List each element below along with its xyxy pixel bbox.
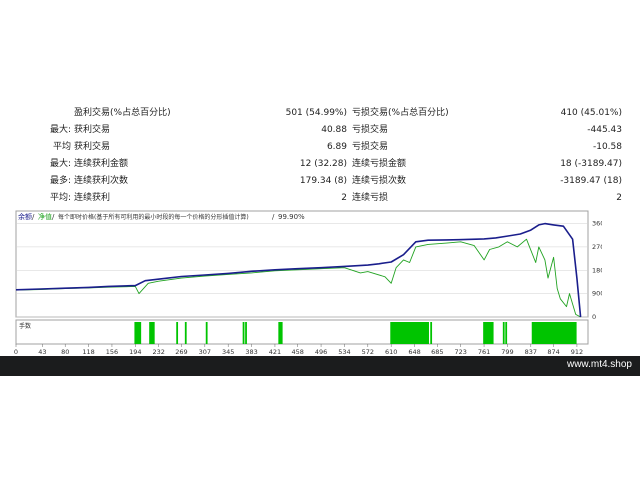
stats-row: 平均: 连续获利 2 连续亏损 2 — [0, 189, 640, 207]
x-tick-label: 194 — [129, 348, 141, 356]
row-label-right: 连续亏损金额 — [352, 159, 407, 169]
volume-bar — [430, 322, 433, 344]
main-plot-frame — [15, 210, 589, 318]
volume-bar — [184, 322, 187, 344]
x-tick-label: 610 — [385, 348, 397, 356]
volume-plot-frame — [15, 319, 589, 345]
x-tick-label: 534 — [338, 348, 350, 356]
row-value-left: 2 — [341, 193, 347, 203]
x-tick-label: 874 — [547, 348, 559, 356]
x-tick-label: 156 — [106, 348, 118, 356]
y-tick-label: 3601 — [592, 220, 602, 228]
row-value-right: 410 (45.01%) — [560, 108, 622, 118]
x-tick-label: 761 — [478, 348, 490, 356]
volume-bar — [176, 322, 179, 344]
row-value-left: 501 (54.99%) — [285, 108, 347, 118]
row-value-left: 40.88 — [321, 125, 347, 135]
row-value-right: 2 — [616, 193, 622, 203]
row-value-right: -10.58 — [592, 142, 622, 152]
y-axis: 0 900 1801 2701 3601 — [592, 220, 602, 321]
watermark-text: www.mt4.shop — [566, 359, 632, 370]
x-tick-label: 307 — [199, 348, 211, 356]
row-prefix: 最多: — [49, 176, 71, 186]
volume-bar — [245, 322, 247, 344]
footer-bar: www.mt4.shop — [0, 356, 640, 376]
x-axis: 0 43 80 118 156 194 232 269 307 345 383 421 458 496 53… — [14, 344, 583, 356]
volume-bar — [574, 322, 577, 344]
y-tick-label: 2701 — [592, 243, 602, 251]
x-tick-label: 496 — [315, 348, 327, 356]
row-label-left: 连续获利次数 — [74, 176, 129, 186]
top-blank-area — [0, 0, 640, 104]
stats-row: 最大: 连续获利金额 12 (32.28) 连续亏损金额 18 (-3189.4… — [0, 155, 640, 173]
x-tick-label: 232 — [152, 348, 164, 356]
y-tick-label: 1801 — [592, 266, 602, 274]
volume-bar — [139, 322, 142, 344]
x-tick-label: 799 — [501, 348, 513, 356]
row-value-right: 18 (-3189.47) — [560, 159, 622, 169]
x-tick-label: 421 — [269, 348, 281, 356]
x-tick-label: 458 — [291, 348, 303, 356]
volume-bar — [491, 322, 494, 344]
row-label-left: 获利交易 — [74, 142, 111, 152]
row-label-left: 连续获利 — [74, 193, 111, 203]
volume-bar — [242, 322, 245, 344]
x-tick-label: 572 — [362, 348, 374, 356]
backtest-report-chart: 余额 / 净值 / 每个即时价格(基于所有可利用的最小时段的每一个价格的分形插值… — [12, 208, 602, 356]
balance-legend: 余额 — [18, 212, 32, 221]
row-value-left: 12 (32.28) — [299, 159, 347, 169]
stats-row: 盈利交易(%占总百分比) 501 (54.99%) 亏损交易(%占总百分比) 4… — [0, 104, 640, 122]
x-tick-label: 345 — [222, 348, 234, 356]
volume-label: 手数 — [19, 322, 31, 330]
y-tick-label: 900 — [592, 290, 602, 298]
row-label-right: 亏损交易 — [352, 142, 389, 152]
row-label-right: 连续亏损 — [352, 193, 389, 203]
row-label-right: 连续亏损次数 — [352, 176, 407, 186]
volume-bar — [502, 322, 505, 344]
x-tick-label: 685 — [431, 348, 443, 356]
row-prefix: 平均: — [49, 193, 71, 203]
row-value-left: 6.89 — [326, 142, 347, 152]
row-label-left: 获利交易 — [74, 125, 111, 135]
y-tick-label: 0 — [592, 313, 596, 321]
row-label-left: 连续获利金额 — [74, 159, 129, 169]
row-label-right: 亏损交易 — [352, 125, 389, 135]
volume-bar — [205, 322, 208, 344]
volume-bar — [505, 322, 508, 344]
row-value-left: 179.34 (8) — [299, 176, 347, 186]
volume-bar — [152, 322, 155, 344]
x-tick-label: 837 — [525, 348, 537, 356]
row-prefix: 最大: — [49, 125, 71, 135]
model-description: 每个即时价格(基于所有可利用的最小时段的每一个价格的分形插值计算) — [58, 213, 249, 221]
stats-row: 平均 获利交易 6.89 亏损交易 -10.58 — [0, 138, 640, 156]
row-value-right: -3189.47 (18) — [560, 176, 622, 186]
x-tick-label: 912 — [571, 348, 583, 356]
x-tick-label: 648 — [408, 348, 420, 356]
x-tick-label: 80 — [61, 348, 69, 356]
x-tick-label: 383 — [245, 348, 257, 356]
row-label-left: 盈利交易(%占总百分比) — [74, 108, 171, 118]
stats-row: 最大: 获利交易 40.88 亏损交易 -445.43 — [0, 121, 640, 139]
x-tick-label: 723 — [454, 348, 466, 356]
volume-bar — [280, 322, 283, 344]
x-tick-label: 269 — [175, 348, 187, 356]
x-tick-label: 118 — [82, 348, 94, 356]
stats-table: 盈利交易(%占总百分比) 501 (54.99%) 亏损交易(%占总百分比) 4… — [0, 104, 640, 208]
row-value-right: -445.43 — [587, 125, 622, 135]
equity-legend: 净值 — [38, 212, 52, 221]
modelling-quality: 99.90% — [278, 213, 305, 221]
x-tick-label: 43 — [38, 348, 46, 356]
bottom-blank-area — [0, 376, 640, 480]
row-label-right: 亏损交易(%占总百分比) — [352, 108, 449, 118]
stats-row: 最多: 连续获利次数 179.34 (8) 连续亏损次数 -3189.47 (1… — [0, 172, 640, 190]
chart-svg: 余额 / 净值 / 每个即时价格(基于所有可利用的最小时段的每一个价格的分形插值… — [14, 210, 602, 356]
row-prefix: 最大: — [49, 159, 71, 169]
row-prefix: 平均 — [52, 142, 71, 152]
x-tick-label: 0 — [14, 348, 18, 356]
volume-bar — [427, 322, 429, 344]
